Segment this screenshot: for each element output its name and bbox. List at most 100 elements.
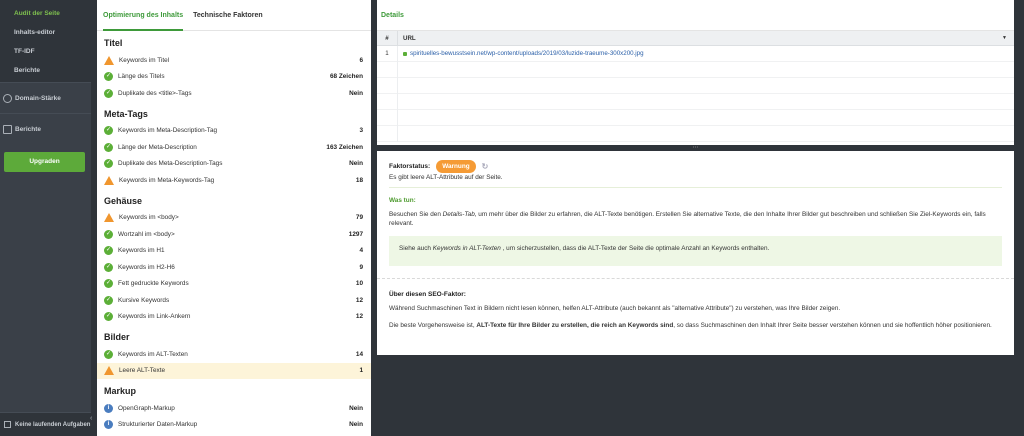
factor-label: Kursive Keywords xyxy=(118,296,170,304)
gauge-icon xyxy=(3,93,12,103)
collapse-sidebar-icon[interactable]: ‹ xyxy=(90,415,92,422)
warning-icon xyxy=(104,55,114,65)
column-menu-icon[interactable]: ▼ xyxy=(1002,35,1014,41)
factor-label: Keywords im H2-H6 xyxy=(118,263,175,271)
about-p2-post: , so dass Suchmaschinen den Inhalt Ihrer… xyxy=(673,322,992,329)
factor-value: 18 xyxy=(355,176,363,184)
check-icon: ✓ xyxy=(104,88,113,98)
factor-row[interactable]: ✓ Länge des Titels 68 Zeichen xyxy=(97,69,371,86)
factor-row[interactable]: ✓ Keywords im H2-H6 9 xyxy=(97,259,371,276)
factor-status-label: Faktorstatus: xyxy=(389,162,431,170)
about-paragraph-1: Während Suchmaschinen Text in Bildern ni… xyxy=(389,305,841,312)
row-number-empty xyxy=(377,93,398,110)
sidebar-item-tf-idf[interactable]: TF-IDF xyxy=(0,42,91,61)
factor-row[interactable]: ✓ Duplikate des <title>-Tags Nein xyxy=(97,85,371,102)
factor-label: OpenGraph-Markup xyxy=(118,404,175,412)
url-cell[interactable]: spirituelles-bewusstsein.net/wp-content/… xyxy=(398,50,1014,57)
sidebar-item-audit[interactable]: Audit der Seite xyxy=(0,4,91,23)
tab-content-optimization[interactable]: Optimierung des Inhalts xyxy=(103,0,184,31)
section-title: Titel xyxy=(104,38,123,48)
task-status[interactable]: Keine laufenden Aufgaben xyxy=(0,412,91,436)
factor-row[interactable]: ✓ Länge der Meta-Description 163 Zeichen xyxy=(97,139,371,156)
details-panel: Details # URL ▼ 1 spirituelles-bewusstse… xyxy=(377,0,1014,145)
tab-details[interactable]: Details xyxy=(381,0,404,31)
factor-label: Leere ALT-Texte xyxy=(119,367,166,375)
factor-value: Nein xyxy=(349,421,363,429)
sidebar-item-domain-strength[interactable]: Domain-Stärke xyxy=(0,82,91,113)
about-p2-pre: Die beste Vorgehensweise ist, xyxy=(389,322,477,329)
factors-panel: Optimierung des Inhalts Technische Fakto… xyxy=(97,0,371,436)
sidebar-item-reports[interactable]: Berichte xyxy=(0,113,91,144)
sidebar-item-content-editor[interactable]: Inhalts-editor xyxy=(0,23,91,42)
note-post: , um sicherzustellen, dass die ALT-Texte… xyxy=(500,245,770,252)
row-number-empty xyxy=(377,77,398,94)
factor-label: Keywords im Meta-Keywords-Tag xyxy=(119,176,215,184)
factor-sections: Titel Keywords im Titel 6 ✓ Länge des Titels… xyxy=(97,31,371,433)
factor-label: Fett gedruckte Keywords xyxy=(118,280,189,288)
section-title: Bilder xyxy=(104,332,130,342)
about-p2-bold: ALT-Texte für Ihre Bilder zu erstellen, … xyxy=(476,322,674,329)
table-row[interactable]: 1 spirituelles-bewusstsein.net/wp-conten… xyxy=(377,45,1014,62)
factor-value: 14 xyxy=(355,350,363,358)
factor-row[interactable]: ✓ Duplikate des Meta-Description-Tags Nein xyxy=(97,156,371,173)
factor-value: 1297 xyxy=(348,230,363,238)
factor-row[interactable]: ✓ Keywords im Link-Ankern 12 xyxy=(97,309,371,326)
factor-label: Länge der Meta-Description xyxy=(118,143,197,151)
check-icon: ✓ xyxy=(104,229,113,239)
sidebar-subnav: Audit der Seite Inhalts-editor TF-IDF Be… xyxy=(0,0,91,82)
factor-row[interactable]: i OpenGraph-Markup Nein xyxy=(97,400,371,417)
table-row-empty xyxy=(377,125,1014,142)
note-pre: Siehe auch xyxy=(399,245,433,252)
column-header-url[interactable]: URL xyxy=(398,35,1002,42)
factor-row[interactable]: Keywords im Titel 6 xyxy=(97,52,371,69)
table-header: # URL ▼ xyxy=(377,30,1014,46)
factor-value: 12 xyxy=(355,296,363,304)
task-status-label: Keine laufenden Aufgaben xyxy=(15,421,91,428)
column-header-number[interactable]: # xyxy=(377,30,398,46)
row-number-empty xyxy=(377,61,398,78)
factor-row[interactable]: ✓ Keywords im ALT-Texten 14 xyxy=(97,346,371,363)
factor-value: 79 xyxy=(355,214,363,222)
check-icon: ✓ xyxy=(104,72,113,82)
check-icon: ✓ xyxy=(104,262,113,272)
details-tabs: Details xyxy=(377,0,1014,31)
refresh-icon[interactable]: ↻ xyxy=(482,162,489,171)
row-number-empty xyxy=(377,109,398,126)
task-icon xyxy=(4,421,11,428)
factor-row[interactable]: Keywords im <body> 79 xyxy=(97,210,371,227)
table-row-empty xyxy=(377,77,1014,94)
todo-title: Was tun: xyxy=(389,197,416,204)
sidebar: Audit der Seite Inhalts-editor TF-IDF Be… xyxy=(0,0,91,436)
factor-value: Nein xyxy=(349,160,363,168)
tab-technical-factors[interactable]: Technische Faktoren xyxy=(193,0,263,31)
keywords-alt-link[interactable]: Keywords in ALT-Texten xyxy=(433,245,501,252)
report-icon xyxy=(3,124,12,134)
sidebar-item-reports-sub[interactable]: Berichte xyxy=(0,61,91,80)
table-body: 1 spirituelles-bewusstsein.net/wp-conten… xyxy=(377,45,1014,142)
details-tab-link[interactable]: Details-Tab xyxy=(443,211,475,218)
factor-row[interactable]: ✓ Wortzahl im <body> 1297 xyxy=(97,226,371,243)
todo-text-pre: Besuchen Sie den xyxy=(389,211,443,218)
factor-value: 9 xyxy=(359,263,363,271)
factor-label: Wortzahl im <body> xyxy=(118,230,175,238)
factor-row[interactable]: ✓ Keywords im Meta-Description-Tag 3 xyxy=(97,123,371,140)
check-icon: ✓ xyxy=(104,142,113,152)
lock-icon xyxy=(403,51,407,56)
factor-label: Duplikate des Meta-Description-Tags xyxy=(118,160,223,168)
table-row-empty xyxy=(377,109,1014,126)
url-link[interactable]: spirituelles-bewusstsein.net/wp-content/… xyxy=(410,50,644,57)
status-badge: Warnung xyxy=(436,159,476,173)
factor-row[interactable]: ✓ Kursive Keywords 12 xyxy=(97,292,371,309)
divider xyxy=(389,187,1002,188)
upgrade-button[interactable]: Upgraden xyxy=(4,152,85,172)
factor-row[interactable]: ✓ Keywords im H1 4 xyxy=(97,243,371,260)
details-table: # URL ▼ 1 spirituelles-bewusstsein.net/w… xyxy=(377,30,1014,142)
factor-value: Nein xyxy=(349,404,363,412)
factor-row[interactable]: ✓ Fett gedruckte Keywords 10 xyxy=(97,276,371,293)
check-icon: ✓ xyxy=(104,126,113,136)
factor-row[interactable]: Keywords im Meta-Keywords-Tag 18 xyxy=(97,172,371,189)
factor-row[interactable]: i Strukturierter Daten-Markup Nein xyxy=(97,417,371,434)
factor-row[interactable]: Leere ALT-Texte 1 xyxy=(97,362,371,379)
factor-value: 12 xyxy=(355,313,363,321)
warning-icon xyxy=(104,175,114,185)
